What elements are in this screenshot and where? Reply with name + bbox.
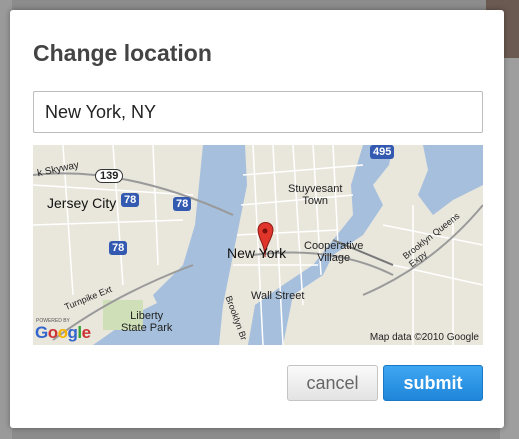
map-label-liberty-state-park: Liberty State Park <box>121 310 173 334</box>
map-label-cooperative-village: Cooperative Village <box>304 240 364 264</box>
map-label-new-york: New York <box>227 245 287 261</box>
cancel-button[interactable]: cancel <box>287 365 378 401</box>
interstate-495-shield: 495 <box>370 145 395 159</box>
interstate-78-shield: 78 <box>173 197 192 211</box>
dialog-title: Change location <box>33 40 212 66</box>
interstate-78-shield: 78 <box>109 241 128 255</box>
map-attribution[interactable]: Map data ©2010 Google <box>370 332 479 343</box>
location-input[interactable] <box>33 91 483 133</box>
interstate-78-shield: 78 <box>121 193 140 207</box>
submit-button[interactable]: submit <box>383 365 483 401</box>
route-139-shield: 139 <box>95 169 124 183</box>
map-label-wall-street: Wall Street <box>251 290 305 302</box>
map-label-stuyvesant-town: Stuyvesant Town <box>288 183 343 207</box>
change-location-dialog: Change location New York, NY 139 78 78 7… <box>10 10 504 428</box>
map-view[interactable]: 139 78 78 78 495 k Skyway Jersey City St… <box>33 145 483 345</box>
google-logo[interactable]: Google <box>35 323 91 343</box>
map-label-jersey-city: Jersey City <box>47 195 117 211</box>
